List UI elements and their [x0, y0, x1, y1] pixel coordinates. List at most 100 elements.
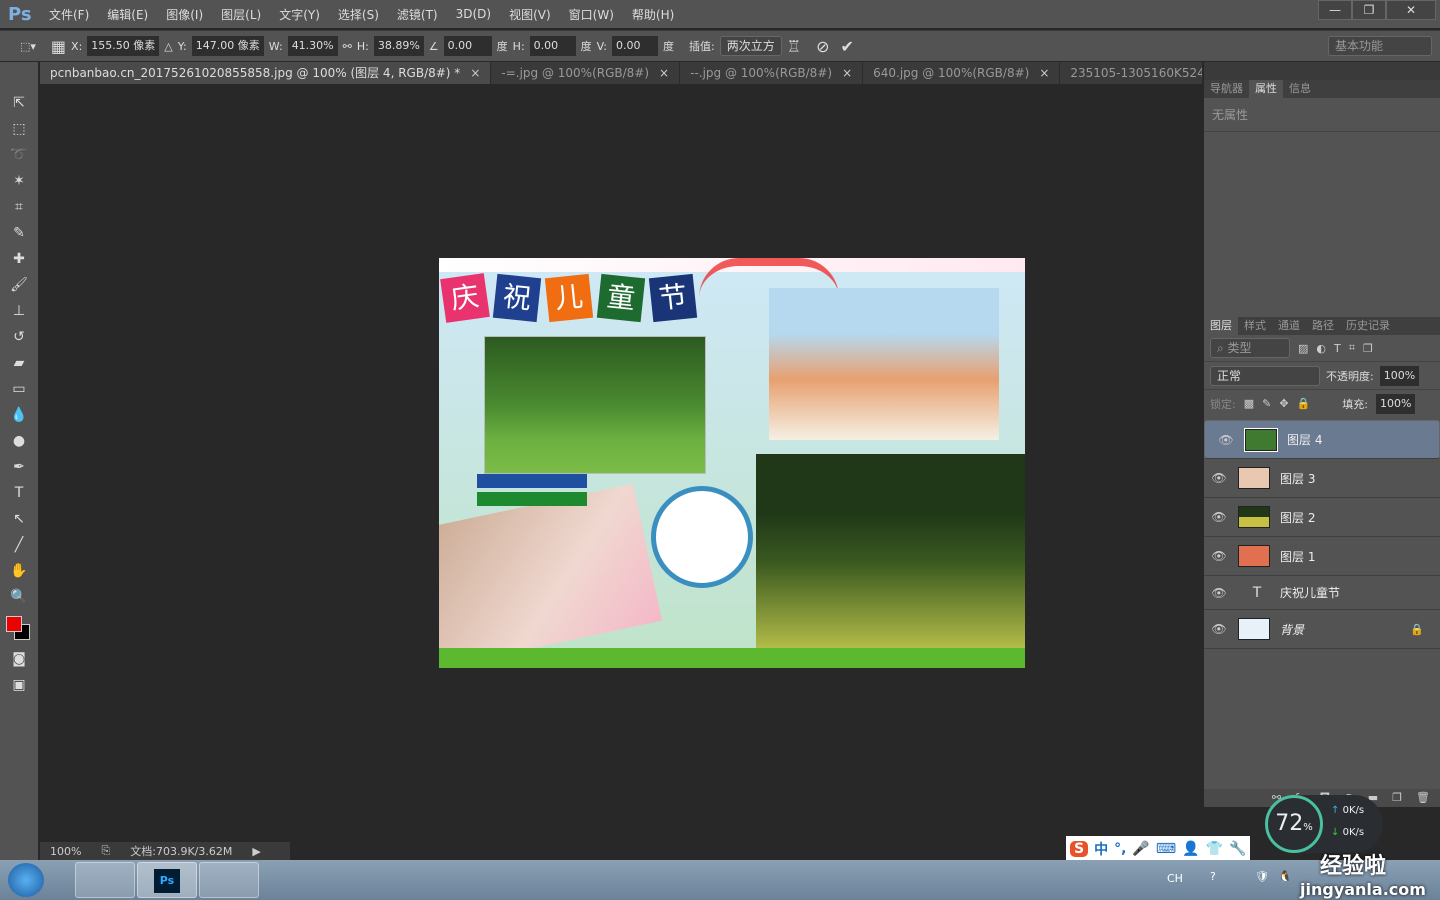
path-selection-tool-icon[interactable]: ↖ — [0, 506, 38, 532]
cancel-transform-icon[interactable]: ⊘ — [816, 37, 829, 56]
history-brush-tool-icon[interactable]: ↺ — [0, 324, 38, 350]
zoom-level[interactable]: 100% — [50, 845, 81, 858]
hand-tool-icon[interactable]: ✋ — [0, 558, 38, 584]
h-input[interactable]: 38.89% — [373, 36, 424, 56]
menu-help[interactable]: 帮助(H) — [623, 6, 683, 23]
lock-transparent-icon[interactable]: ▩ — [1244, 397, 1254, 410]
filter-adjustment-icon[interactable]: ◐ — [1316, 342, 1326, 355]
qq-icon[interactable]: 🐧 — [1278, 870, 1292, 883]
close-tab-icon[interactable]: × — [842, 66, 852, 80]
workspace-select[interactable]: 基本功能 — [1328, 36, 1432, 56]
marquee-tool-icon[interactable]: ⬚ — [0, 116, 38, 142]
menu-window[interactable]: 窗口(W) — [560, 6, 623, 23]
x-input[interactable]: 155.50 像素 — [87, 36, 160, 56]
menu-image[interactable]: 图像(I) — [157, 6, 212, 23]
foreground-color[interactable] — [6, 616, 22, 632]
tab-document-5[interactable]: 235105-1305160K52465.jpg @ 100%(RGB/8 — [1060, 62, 1203, 84]
menu-view[interactable]: 视图(V) — [500, 6, 560, 23]
lock-paint-icon[interactable]: ✎ — [1262, 397, 1271, 410]
share-icon[interactable]: ⎘ — [101, 844, 110, 858]
fill-input[interactable]: 100% — [1375, 393, 1416, 414]
taskbar-photoshop-icon[interactable]: Ps — [137, 862, 197, 898]
lasso-tool-icon[interactable]: ➰ — [0, 142, 38, 168]
eraser-tool-icon[interactable]: ▰ — [0, 350, 38, 376]
user-icon[interactable]: 👤 — [1182, 841, 1199, 857]
filter-pixel-icon[interactable]: ▨ — [1298, 342, 1308, 355]
visibility-eye-icon[interactable]: 👁 — [1204, 622, 1234, 636]
visibility-eye-icon[interactable]: 👁 — [1204, 586, 1234, 600]
menu-select[interactable]: 选择(S) — [329, 6, 388, 23]
commit-transform-icon[interactable]: ✔ — [840, 37, 853, 56]
tab-properties[interactable]: 属性 — [1249, 80, 1283, 98]
tab-channels[interactable]: 通道 — [1272, 317, 1306, 335]
lock-all-icon[interactable]: 🔒 — [1297, 397, 1311, 410]
settings-wrench-icon[interactable]: 🔧 — [1229, 841, 1246, 857]
start-button[interactable] — [8, 863, 44, 897]
zoom-tool-icon[interactable]: 🔍 — [0, 584, 38, 610]
skin-icon[interactable]: 👕 — [1206, 841, 1223, 857]
magic-wand-tool-icon[interactable]: ✶ — [0, 168, 38, 194]
menu-edit[interactable]: 编辑(E) — [98, 6, 157, 23]
apple-orchard-photo-selected[interactable] — [484, 336, 706, 474]
pen-tool-icon[interactable]: ✒ — [0, 454, 38, 480]
tab-document-1[interactable]: pcnbanbao.cn_20175261020855858.jpg @ 100… — [40, 62, 492, 84]
taskbar-paint-icon[interactable] — [199, 862, 259, 898]
sogou-logo-icon[interactable]: S — [1070, 841, 1089, 857]
minimize-button[interactable]: — — [1318, 0, 1352, 20]
screen-mode-icon[interactable]: ▣ — [0, 672, 38, 698]
tab-navigator[interactable]: 导航器 — [1204, 80, 1249, 98]
layer-filter-select[interactable]: ⌕ 类型 — [1210, 338, 1290, 358]
layer-row-text[interactable]: 👁 T 庆祝儿童节 — [1204, 576, 1440, 610]
layer-row-background[interactable]: 👁 背景 🔒 — [1204, 610, 1440, 649]
tab-info[interactable]: 信息 — [1283, 80, 1317, 98]
taskbar-browser-icon[interactable] — [75, 862, 135, 898]
reference-point-icon[interactable]: ▦ — [51, 37, 66, 56]
transform-tool-icon[interactable]: ⬚▾ — [20, 40, 36, 53]
filter-smart-icon[interactable]: ❐ — [1363, 342, 1373, 355]
visibility-eye-icon[interactable]: 👁 — [1211, 431, 1241, 449]
delete-layer-icon[interactable]: 🗑 — [1416, 789, 1430, 807]
microphone-icon[interactable]: 🎤 — [1132, 841, 1149, 857]
angle-input[interactable]: 0.00 — [443, 36, 492, 56]
y-input[interactable]: 147.00 像素 — [191, 36, 264, 56]
hskew-input[interactable]: 0.00 — [529, 36, 576, 56]
language-indicator[interactable]: CH — [1167, 872, 1183, 885]
visibility-eye-icon[interactable]: 👁 — [1204, 549, 1234, 563]
help-icon[interactable]: ? — [1210, 870, 1216, 883]
status-menu-arrow-icon[interactable]: ▶ — [252, 845, 260, 858]
interpolation-select[interactable]: 两次立方 — [719, 36, 782, 56]
close-tab-icon[interactable]: × — [470, 66, 480, 80]
w-input[interactable]: 41.30% — [287, 36, 338, 56]
blur-tool-icon[interactable]: 💧 — [0, 402, 38, 428]
layer-row[interactable]: 👁 图层 4 — [1204, 420, 1440, 459]
menu-file[interactable]: 文件(F) — [40, 6, 98, 23]
layer-row[interactable]: 👁 图层 2 — [1204, 498, 1440, 537]
close-tab-icon[interactable]: × — [659, 66, 669, 80]
tab-history[interactable]: 历史记录 — [1340, 317, 1396, 335]
tab-document-2[interactable]: -=.jpg @ 100%(RGB/8#) × — [491, 62, 681, 84]
filter-shape-icon[interactable]: ⌗ — [1349, 341, 1355, 355]
warp-icon[interactable]: ♖ — [787, 37, 801, 56]
gradient-tool-icon[interactable]: ▭ — [0, 376, 38, 402]
vskew-input[interactable]: 0.00 — [612, 36, 658, 56]
link-icon[interactable]: ⚯ — [343, 40, 352, 53]
menu-type[interactable]: 文字(Y) — [270, 6, 329, 23]
healing-brush-tool-icon[interactable]: ✚ — [0, 246, 38, 272]
color-swatches[interactable] — [0, 610, 38, 646]
menu-3d[interactable]: 3D(D) — [447, 7, 500, 21]
tab-styles[interactable]: 样式 — [1238, 317, 1272, 335]
restore-button[interactable]: ❐ — [1352, 0, 1386, 20]
ime-mode[interactable]: 中 — [1094, 839, 1108, 859]
tab-document-4[interactable]: 640.jpg @ 100%(RGB/8#) × — [863, 62, 1061, 84]
network-speed-widget[interactable]: 72% ↑ 0K/s ↓ 0K/s — [1265, 795, 1383, 853]
quick-mask-icon[interactable]: ◙ — [0, 646, 38, 672]
close-tab-icon[interactable]: × — [1039, 66, 1049, 80]
security-shield-icon[interactable]: 🛡 — [1255, 870, 1269, 883]
close-button[interactable]: ✕ — [1386, 0, 1436, 20]
document-canvas[interactable]: 庆 祝 儿 童 节 — [439, 258, 1025, 668]
dodge-tool-icon[interactable]: ● — [0, 428, 38, 454]
ime-punct[interactable]: °, — [1114, 841, 1126, 857]
menu-layer[interactable]: 图层(L) — [212, 6, 270, 23]
blend-mode-select[interactable]: 正常 — [1210, 365, 1320, 386]
tab-paths[interactable]: 路径 — [1306, 317, 1340, 335]
